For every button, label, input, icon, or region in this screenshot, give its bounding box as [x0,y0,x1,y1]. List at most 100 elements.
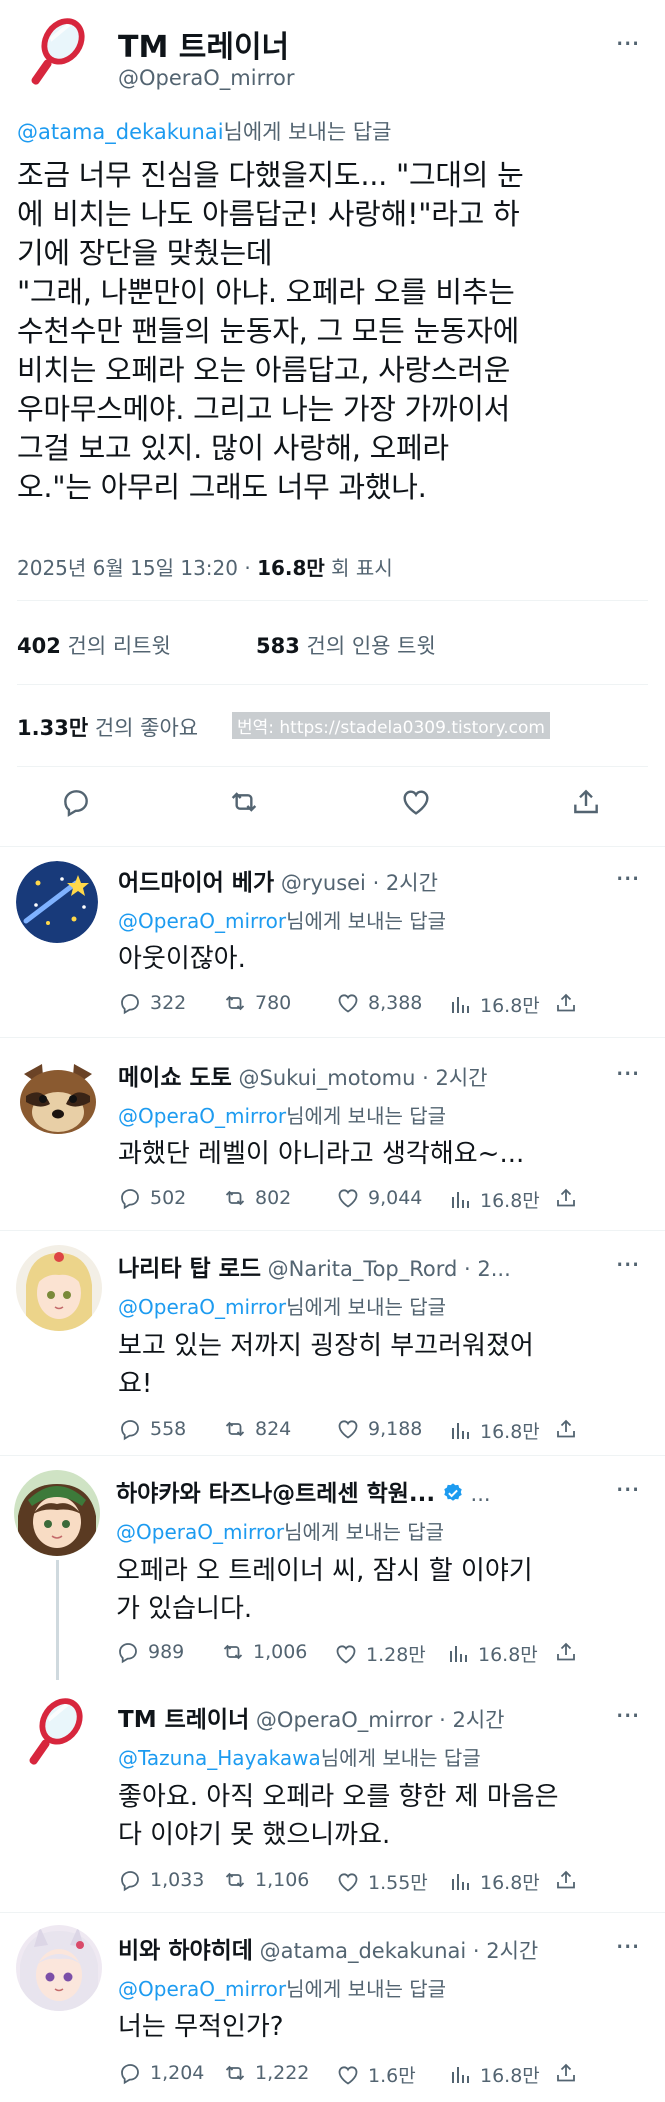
reply-context: @OperaO_mirror님에게 보내는 답글 [116,1516,444,1545]
views-button[interactable]: 16.8만 [448,1417,540,1444]
retweet-icon [223,1186,247,1210]
reply-author-name[interactable]: 메이쇼 도토 [118,1065,232,1091]
reply-to-handle[interactable]: @Tazuna_Hayakawa [118,1746,321,1770]
views-icon [448,993,472,1017]
views-button[interactable]: 16.8만 [448,991,540,1018]
reply-author-handle[interactable]: @Narita_Top_Rord · 2... [268,1257,511,1281]
reply-tweet[interactable]: 어드마이어 베가 @ryusei · 2시간 ··· @OperaO_mirro… [0,847,665,1037]
reply-tweet[interactable]: TM 트레이너 @OperaO_mirror · 2시간 ··· @Tazuna… [0,1680,665,1912]
quote-stats[interactable]: 583 건의 인용 트윗 [256,630,436,660]
reply-author-name[interactable]: 나리타 탑 로드 [118,1256,261,1282]
avatar[interactable] [16,1245,102,1331]
reply-tweet[interactable]: 나리타 탑 로드 @Narita_Top_Rord · 2... ··· @Op… [0,1231,665,1451]
reply-author-name[interactable]: 어드마이어 베가 [118,870,274,896]
retweet-button[interactable]: 780 [223,991,291,1015]
reply-to-suffix: 님에게 보내는 답글 [286,1977,447,2001]
avatar[interactable] [16,861,98,943]
reply-to-suffix: 님에게 보내는 답글 [320,1746,481,1770]
reply-to-handle[interactable]: @atama_dekakunai [17,120,224,144]
retweet-button[interactable]: 1,222 [223,2061,309,2085]
share-button[interactable] [554,1640,578,1664]
more-options-icon[interactable]: ··· [615,1251,640,1279]
retweet-icon[interactable] [228,786,260,818]
views-button[interactable]: 16.8만 [446,1640,538,1667]
share-icon[interactable] [570,786,602,818]
retweet-button[interactable]: 802 [223,1186,291,1210]
reply-to-handle[interactable]: @OperaO_mirror [118,1104,286,1128]
reply-button[interactable]: 558 [118,1417,186,1441]
reply-button[interactable]: 1,033 [118,1868,204,1892]
avatar[interactable] [14,1470,100,1556]
reply-header: 하야카와 타즈나@트레센 학원... ... [116,1474,491,1509]
like-count: 9,188 [368,1418,423,1440]
reply-author-handle[interactable]: @OperaO_mirror · 2시간 [256,1708,505,1732]
more-options-icon[interactable]: ··· [615,1476,640,1504]
more-options-icon[interactable]: ··· [615,1933,640,1961]
reply-tweet[interactable]: 하야카와 타즈나@트레센 학원... ... ··· @OperaO_mirro… [0,1456,665,1680]
retweet-stats[interactable]: 402 건의 리트윗 [17,630,171,660]
reply-to-handle[interactable]: @OperaO_mirror [118,1295,286,1319]
like-button[interactable]: 9,188 [336,1417,422,1441]
reply-icon[interactable] [60,786,92,818]
reply-header: 비와 하야히데 @atama_dekakunai · 2시간 [118,1931,538,1965]
dot-separator: · [244,556,258,580]
share-button[interactable] [554,1186,578,1210]
reply-tweet[interactable]: 메이쇼 도토 @Sukui_motomu · 2시간 ··· @OperaO_m… [0,1038,665,1230]
views-count: 16.8만 [480,995,540,1017]
reply-to-handle[interactable]: @OperaO_mirror [118,909,286,933]
retweet-button[interactable]: 824 [223,1417,291,1441]
share-button[interactable] [554,991,578,1015]
likes-count: 1.33만 [17,716,89,740]
reply-author-handle[interactable]: @Sukui_motomu · 2시간 [239,1066,488,1090]
like-button[interactable]: 1.6만 [336,2061,416,2088]
reply-to-handle[interactable]: @OperaO_mirror [118,1977,286,2001]
author-avatar[interactable] [18,12,100,94]
reply-context: @atama_dekakunai님에게 보내는 답글 [17,116,391,146]
tweet-body: 조금 너무 진심을 다했을지도... "그대의 눈 에 비치는 나도 아름답군!… [17,156,524,507]
action-bar [0,786,665,826]
views-button[interactable]: 16.8만 [448,1868,540,1895]
avatar[interactable] [16,1692,98,1774]
reply-author-name[interactable]: 비와 하야히데 [118,1938,253,1964]
reply-tweet[interactable]: 비와 하야히데 @atama_dekakunai · 2시간 ··· @Oper… [0,1913,665,2102]
like-count: 1.55만 [368,1872,428,1894]
reply-author-handle[interactable]: @ryusei · 2시간 [281,871,438,895]
reply-author-name[interactable]: 하야카와 타즈나@트레센 학원... [116,1481,435,1507]
reply-button[interactable]: 1,204 [118,2061,204,2085]
reply-button[interactable]: 989 [116,1640,184,1664]
like-button[interactable]: 9,044 [336,1186,422,1210]
reply-button[interactable]: 502 [118,1186,186,1210]
retweet-button[interactable]: 1,106 [223,1868,309,1892]
reply-context: @OperaO_mirror님에게 보내는 답글 [118,1973,446,2002]
reply-button[interactable]: 322 [118,991,186,1015]
retweet-button[interactable]: 1,006 [221,1640,307,1664]
more-options-icon[interactable]: ··· [615,1060,640,1088]
views-button[interactable]: 16.8만 [448,2061,540,2088]
more-options-icon[interactable]: ··· [615,1702,640,1730]
views-button[interactable]: 16.8만 [448,1186,540,1213]
tweet-body-line: 조금 너무 진심을 다했을지도... "그대의 눈 [17,158,524,192]
timestamp[interactable]: 2025년 6월 15일 13:20 [17,556,238,580]
more-options-icon[interactable]: ··· [615,865,640,893]
reply-to-handle[interactable]: @OperaO_mirror [116,1520,284,1544]
reply-context: @OperaO_mirror님에게 보내는 답글 [118,905,446,934]
like-button[interactable]: 1.28만 [334,1640,426,1667]
author-name[interactable]: TM 트레이너 [118,22,289,66]
views-icon [446,1642,470,1666]
share-button[interactable] [554,1417,578,1441]
avatar[interactable] [16,1056,100,1140]
like-button[interactable]: 8,388 [336,991,422,1015]
heart-icon [336,1870,360,1894]
reply-body: 너는 무적인가? [118,2009,284,2045]
like-icon[interactable] [400,786,432,818]
like-stats[interactable]: 1.33만 건의 좋아요 [17,712,198,742]
reply-author-handle[interactable]: @atama_dekakunai · 2시간 [260,1939,539,1963]
reply-author-name[interactable]: TM 트레이너 [118,1707,249,1733]
like-button[interactable]: 1.55만 [336,1868,428,1895]
more-options-icon[interactable]: ··· [615,30,640,58]
reply-to-suffix: 님에게 보내는 답글 [286,909,447,933]
share-button[interactable] [554,2061,578,2085]
avatar[interactable] [16,1925,102,2011]
share-button[interactable] [554,1868,578,1892]
author-handle[interactable]: @OperaO_mirror [118,66,295,90]
